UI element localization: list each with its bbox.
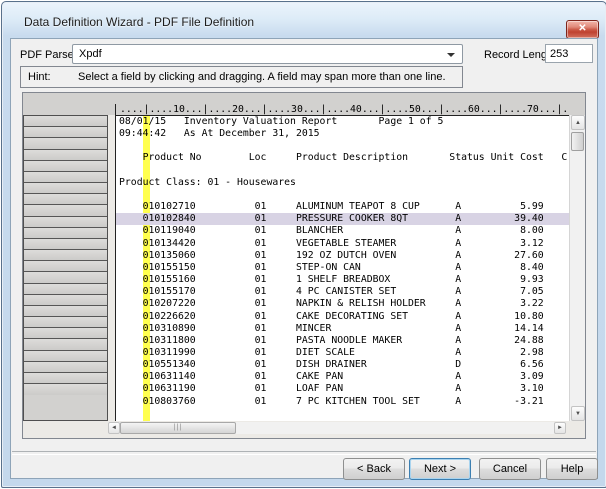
report-line[interactable]: 08/01/15 Inventory Valuation Report Page… bbox=[119, 116, 569, 128]
scroll-up-icon[interactable]: ▲ bbox=[571, 115, 585, 130]
row-header-cell[interactable] bbox=[24, 194, 107, 205]
report-line[interactable] bbox=[119, 165, 569, 177]
report-line[interactable]: 010155160 01 1 SHELF BREADBOX A 9.93 bbox=[119, 274, 569, 286]
next-button[interactable]: Next > bbox=[409, 458, 471, 480]
report-lines: 08/01/15 Inventory Valuation Report Page… bbox=[116, 116, 569, 408]
row-header-cell[interactable] bbox=[24, 295, 107, 306]
help-button[interactable]: Help bbox=[546, 458, 598, 480]
button-separator bbox=[12, 451, 596, 455]
row-header-cell[interactable] bbox=[24, 127, 107, 138]
back-button[interactable]: < Back bbox=[343, 458, 405, 480]
report-line[interactable]: 010631140 01 CAKE PAN A 3.09 bbox=[119, 371, 569, 383]
row-header-cell[interactable] bbox=[24, 116, 107, 127]
row-header-cell[interactable] bbox=[24, 351, 107, 362]
horizontal-scrollbar[interactable]: ◄ ||| ► bbox=[108, 422, 566, 434]
row-header-cell[interactable] bbox=[24, 239, 107, 250]
row-header-cell[interactable] bbox=[24, 373, 107, 384]
row-header-cell[interactable] bbox=[24, 138, 107, 149]
report-line[interactable]: 010631190 01 LOAF PAN A 3.10 bbox=[119, 383, 569, 395]
scroll-left-icon[interactable]: ◄ bbox=[108, 422, 120, 434]
close-icon: ✕ bbox=[578, 23, 586, 34]
row-header-cell[interactable] bbox=[24, 261, 107, 272]
hint-box: Hint: Select a field by clicking and dra… bbox=[20, 66, 463, 88]
row-header-cell[interactable] bbox=[24, 272, 107, 283]
report-line[interactable]: 010311800 01 PASTA NOODLE MAKER A 24.88 bbox=[119, 335, 569, 347]
report-line[interactable]: 010102710 01 ALUMINUM TEAPOT 8 CUP A 5.9… bbox=[119, 201, 569, 213]
scroll-down-icon[interactable]: ▼ bbox=[571, 406, 585, 421]
scroll-right-icon[interactable]: ► bbox=[554, 422, 566, 434]
row-header-cell[interactable] bbox=[24, 161, 107, 172]
report-line[interactable]: 010310890 01 MINCER A 14.14 bbox=[119, 323, 569, 335]
report-line[interactable] bbox=[119, 140, 569, 152]
row-header-cell[interactable] bbox=[24, 362, 107, 373]
report-line[interactable]: 010155150 01 STEP-ON CAN A 8.40 bbox=[119, 262, 569, 274]
report-line[interactable] bbox=[119, 189, 569, 201]
row-header-cell[interactable] bbox=[24, 339, 107, 350]
report-line[interactable]: 010311990 01 DIET SCALE A 2.98 bbox=[119, 347, 569, 359]
row-header-cell[interactable] bbox=[24, 205, 107, 216]
row-header-cell[interactable] bbox=[24, 328, 107, 339]
hint-text: Select a field by clicking and dragging.… bbox=[78, 71, 446, 83]
report-line[interactable]: Product No Loc Product Description Statu… bbox=[119, 152, 569, 164]
pdf-parser-combobox[interactable]: Xpdf bbox=[72, 44, 463, 64]
report-line[interactable]: 09:44:42 As At December 31, 2015 bbox=[119, 128, 569, 140]
report-line[interactable]: 010226620 01 CAKE DECORATING SET A 10.80 bbox=[119, 311, 569, 323]
row-header-cell[interactable] bbox=[24, 384, 107, 395]
row-header-cell[interactable] bbox=[24, 284, 107, 295]
row-header-cell[interactable] bbox=[24, 172, 107, 183]
record-length-input[interactable] bbox=[545, 44, 593, 63]
hint-label: Hint: bbox=[28, 71, 51, 83]
report-line[interactable]: Product Class: 01 - Housewares bbox=[119, 177, 569, 189]
vertical-scrollbar[interactable]: ▲ ▼ bbox=[569, 115, 585, 421]
row-header-cell[interactable] bbox=[24, 317, 107, 328]
chevron-down-icon bbox=[447, 53, 455, 57]
column-ruler: ....|....10...|....20...|....30...|....4… bbox=[115, 104, 569, 115]
row-header-cell[interactable] bbox=[24, 150, 107, 161]
pdf-preview-panel: ....|....10...|....20...|....30...|....4… bbox=[22, 92, 586, 439]
pdf-parser-value: Xpdf bbox=[79, 48, 102, 60]
report-line-selected[interactable]: 010102840 01 PRESSURE COOKER 8QT A 39.40 bbox=[119, 213, 569, 225]
report-line[interactable]: 010134420 01 VEGETABLE STEAMER A 3.12 bbox=[119, 238, 569, 250]
report-line[interactable]: 010135060 01 192 OZ DUTCH OVEN A 27.60 bbox=[119, 250, 569, 262]
report-line[interactable]: 010803760 01 7 PC KITCHEN TOOL SET A -3.… bbox=[119, 396, 569, 408]
report-line[interactable]: 010207220 01 NAPKIN & RELISH HOLDER A 3.… bbox=[119, 298, 569, 310]
vertical-scrollbar-thumb[interactable] bbox=[571, 132, 584, 151]
row-header-cell[interactable] bbox=[24, 183, 107, 194]
window-title: Data Definition Wizard - PDF File Defini… bbox=[24, 15, 254, 29]
report-content-grid[interactable]: 08/01/15 Inventory Valuation Report Page… bbox=[115, 115, 569, 421]
report-line[interactable]: 010155170 01 4 PC CANISTER SET A 7.05 bbox=[119, 286, 569, 298]
row-header-cell[interactable] bbox=[24, 250, 107, 261]
row-header-cell[interactable] bbox=[24, 306, 107, 317]
close-button[interactable]: ✕ bbox=[566, 20, 599, 39]
row-header-column bbox=[23, 115, 108, 421]
report-line[interactable]: 010119040 01 BLANCHER A 8.00 bbox=[119, 225, 569, 237]
row-header-cell[interactable] bbox=[24, 228, 107, 239]
pdf-parser-label: PDF Parser bbox=[20, 49, 77, 61]
report-line[interactable]: 010551340 01 DISH DRAINER D 6.56 bbox=[119, 359, 569, 371]
row-header-cell[interactable] bbox=[24, 217, 107, 228]
data-definition-wizard-dialog: Data Definition Wizard - PDF File Defini… bbox=[1, 1, 606, 488]
horizontal-scrollbar-thumb[interactable]: ||| bbox=[120, 422, 236, 434]
title-bar[interactable]: Data Definition Wizard - PDF File Defini… bbox=[2, 2, 606, 38]
cancel-button[interactable]: Cancel bbox=[479, 458, 541, 480]
